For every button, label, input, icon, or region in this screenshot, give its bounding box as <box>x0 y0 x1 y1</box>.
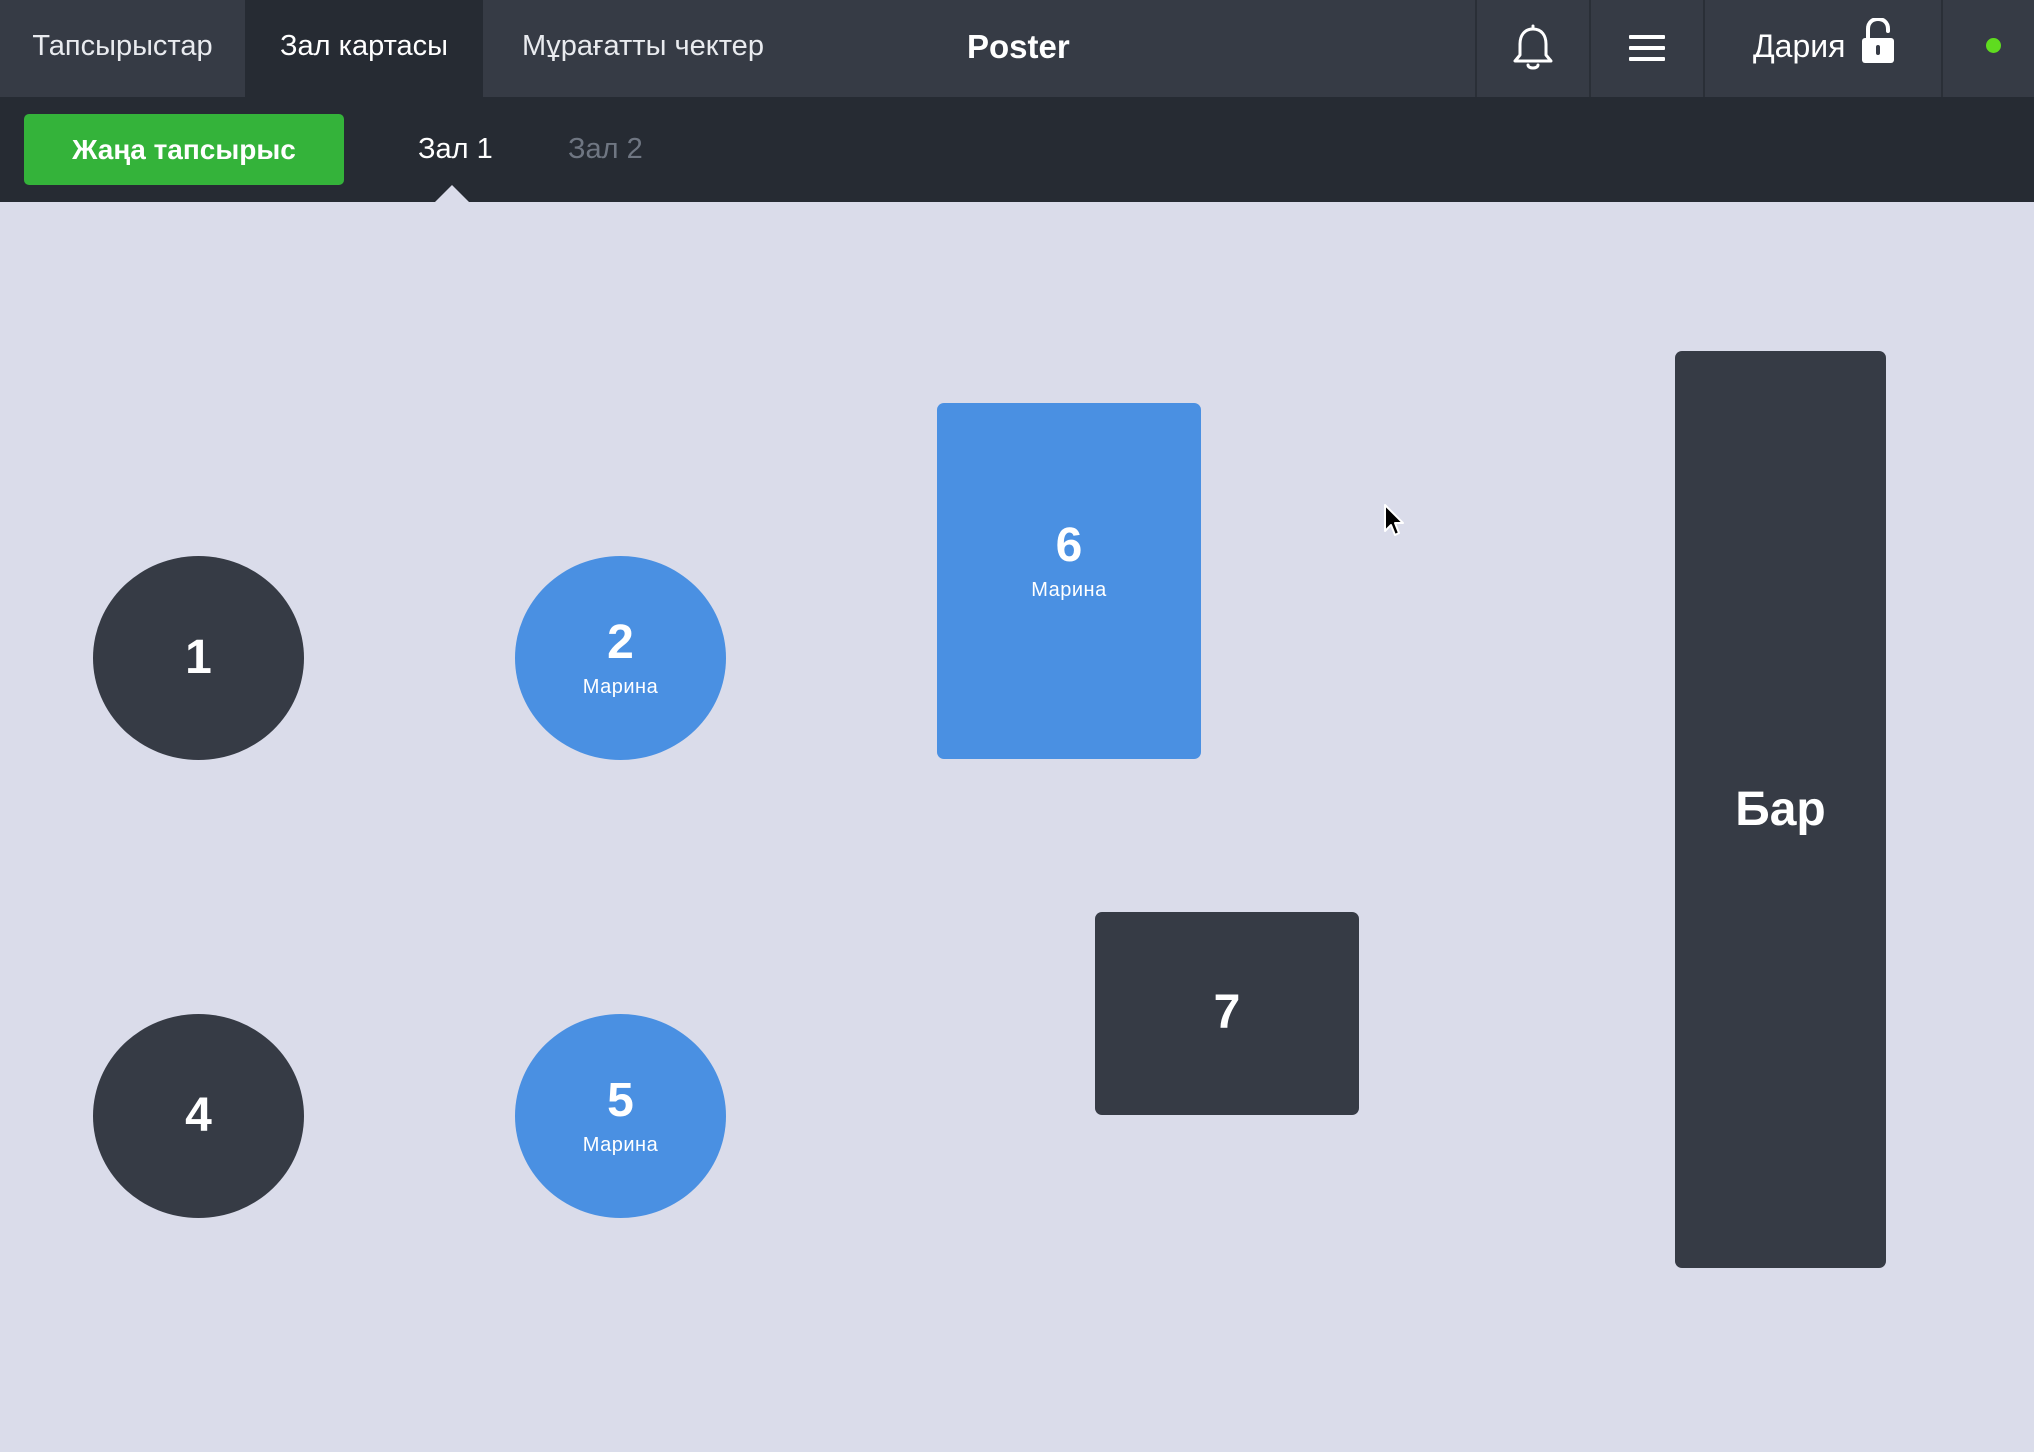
table-6[interactable]: 6 Марина <box>937 403 1201 759</box>
table-number: 2 <box>607 616 634 670</box>
table-waiter-name: Марина <box>1031 578 1107 601</box>
table-2[interactable]: 2 Марина <box>515 556 726 760</box>
table-7[interactable]: 7 <box>1095 912 1359 1115</box>
online-status-indicator <box>1986 38 2001 53</box>
active-hall-indicator <box>434 185 470 203</box>
table-number: 1 <box>185 630 212 684</box>
table-number: 6 <box>1055 519 1083 573</box>
top-navigation-bar: Тапсырыстар Зал картасы Мұрағатты чектер… <box>0 0 2034 97</box>
divider <box>1941 0 1943 97</box>
tab-orders[interactable]: Тапсырыстар <box>0 0 245 97</box>
table-number: 5 <box>607 1074 634 1128</box>
table-waiter-name: Марина <box>582 1133 659 1156</box>
table-1[interactable]: 1 <box>93 556 304 760</box>
tab-hall-map[interactable]: Зал картасы <box>245 0 483 97</box>
brand-logo: Poster <box>967 28 1070 65</box>
menu-button[interactable] <box>1591 0 1703 97</box>
hall-toolbar: Жаңа тапсырыс Зал 1 Зал 2 <box>0 97 2034 202</box>
menu-icon <box>1629 35 1665 61</box>
bar-label: Бар <box>1735 783 1826 836</box>
user-account-button[interactable]: Дария <box>1705 0 1941 97</box>
table-number: 7 <box>1213 986 1241 1040</box>
table-number: 4 <box>185 1088 212 1142</box>
table-waiter-name: Марина <box>582 675 659 698</box>
mouse-cursor-icon <box>1384 504 1404 536</box>
table-5[interactable]: 5 Марина <box>515 1014 726 1218</box>
bar-counter[interactable]: Бар <box>1675 351 1886 1268</box>
notifications-button[interactable] <box>1477 0 1589 97</box>
tab-hall-2[interactable]: Зал 2 <box>568 97 643 202</box>
bell-icon <box>1513 24 1553 70</box>
user-name: Дария <box>1753 28 1846 64</box>
lock-open-icon <box>1862 18 1894 63</box>
tab-archived-checks[interactable]: Мұрағатты чектер <box>483 0 803 97</box>
new-order-button[interactable]: Жаңа тапсырыс <box>24 114 344 185</box>
table-4[interactable]: 4 <box>93 1014 304 1218</box>
